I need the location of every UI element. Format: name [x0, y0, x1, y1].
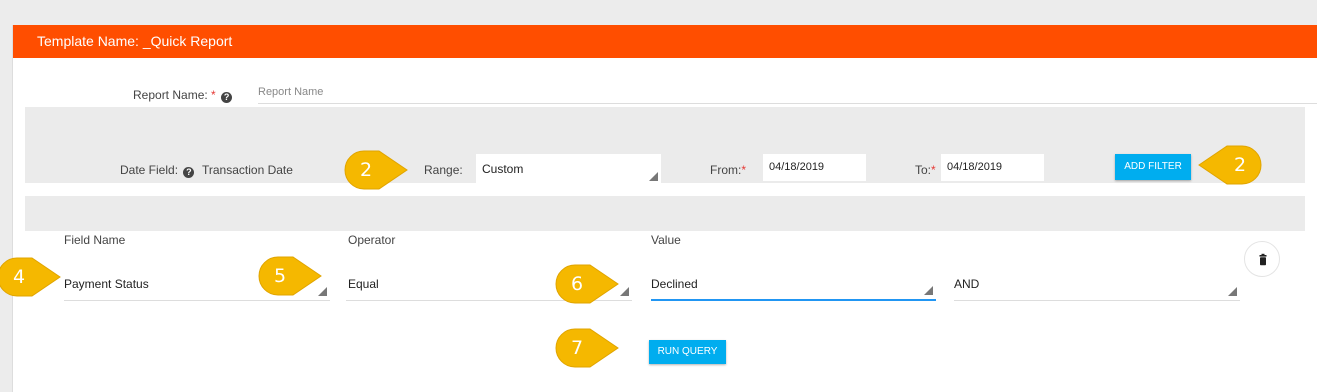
required-mark: * — [931, 163, 936, 177]
conjunction-value: AND — [954, 277, 980, 291]
report-name-input[interactable] — [258, 80, 1317, 104]
operator-select[interactable]: Equal — [346, 258, 632, 301]
conjunction-select[interactable]: AND — [954, 258, 1240, 301]
run-query-button[interactable]: RUN QUERY — [649, 340, 726, 364]
date-field-label: Date Field: ? — [120, 163, 195, 178]
range-label: Range: — [424, 163, 463, 177]
from-date-input[interactable]: 04/18/2019 — [763, 154, 866, 181]
dropdown-corner-icon — [924, 286, 933, 295]
report-name-label: Report Name: * ? — [133, 88, 233, 103]
required-mark: * — [741, 163, 747, 177]
operator-value: Equal — [348, 277, 379, 291]
help-icon[interactable]: ? — [183, 167, 195, 178]
help-icon[interactable]: ? — [221, 92, 233, 103]
value-select[interactable]: Declined — [651, 258, 936, 301]
from-label: From:* — [710, 163, 746, 177]
filter-table-header — [25, 196, 1305, 231]
dropdown-corner-icon — [649, 172, 658, 181]
delete-row-button[interactable] — [1244, 241, 1280, 277]
required-mark: * — [211, 88, 216, 102]
from-label-text: From: — [710, 163, 742, 177]
dropdown-corner-icon — [620, 287, 629, 296]
column-header-operator: Operator — [348, 233, 396, 247]
field-name-value: Payment Status — [64, 277, 149, 291]
date-field-value: Transaction Date — [202, 163, 293, 177]
column-header-field-name: Field Name — [64, 233, 126, 247]
trash-icon — [1259, 253, 1267, 266]
value-value: Declined — [651, 277, 698, 291]
field-name-select[interactable]: Payment Status — [64, 258, 330, 301]
report-name-label-text: Report Name: — [133, 88, 208, 102]
add-filter-button[interactable]: ADD FILTER — [1115, 154, 1191, 180]
range-select-value: Custom — [482, 162, 524, 176]
date-field-label-text: Date Field: — [120, 163, 179, 177]
to-date-input[interactable]: 04/18/2019 — [941, 154, 1044, 181]
column-header-value: Value — [651, 233, 681, 247]
to-label: To:* — [915, 163, 936, 177]
dropdown-corner-icon — [1228, 287, 1237, 296]
to-label-text: To: — [915, 163, 932, 177]
dropdown-corner-icon — [318, 287, 327, 296]
range-select[interactable]: Custom — [476, 154, 661, 185]
template-title: Template Name: _Quick Report — [13, 25, 1317, 58]
